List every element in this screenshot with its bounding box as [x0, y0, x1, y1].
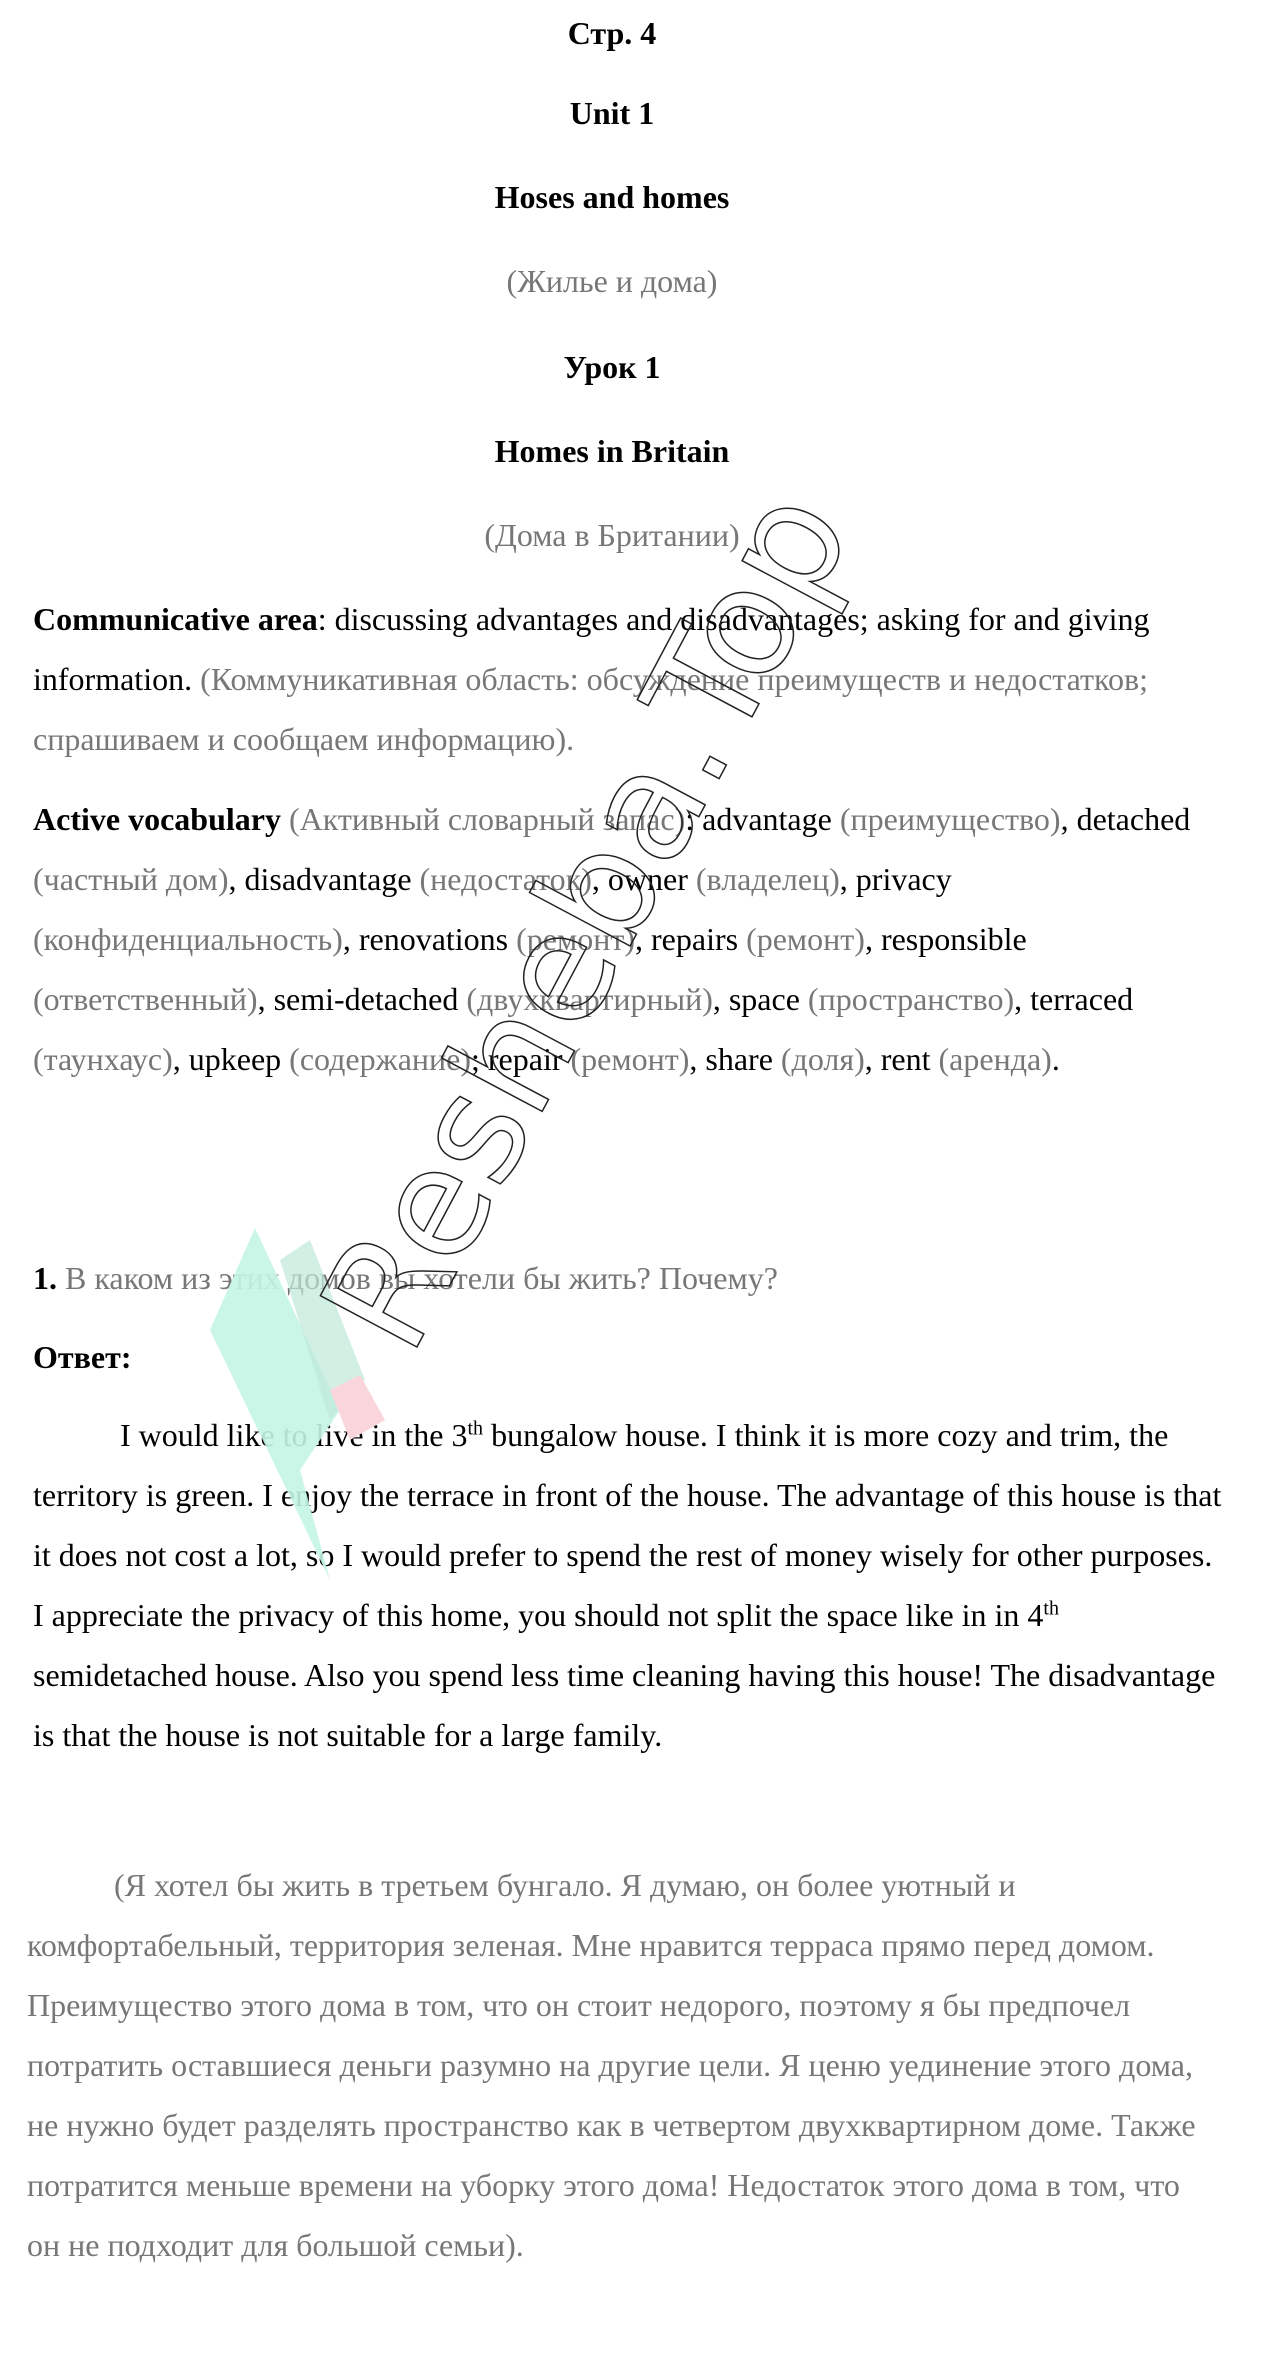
- vocabulary-segment: , detached: [1060, 801, 1191, 837]
- vocabulary-segment: , upkeep: [172, 1041, 290, 1077]
- active-vocabulary-paragraph: Active vocabulary (Активный словарный за…: [33, 789, 1228, 1089]
- vocabulary-segment: : advantage: [685, 801, 840, 837]
- answer-label: Ответ:: [33, 1339, 132, 1375]
- unit-label: Unit 1: [569, 95, 655, 131]
- vocabulary-segment: (ремонт): [516, 921, 635, 957]
- vocabulary-segment: (преимущество): [839, 801, 1061, 837]
- answer_en-segment: th: [467, 1417, 484, 1440]
- vocabulary-segment: , privacy: [839, 861, 952, 897]
- vocabulary-segment: ; repair: [471, 1041, 571, 1077]
- vocabulary-segment: , space: [712, 981, 808, 1017]
- vocabulary-segment: (ответственный): [33, 981, 258, 1017]
- vocabulary-segment: Active vocabulary: [33, 801, 281, 837]
- communicative-area-paragraph: Communicative area: discussing advantage…: [33, 589, 1228, 769]
- task-number: 1.: [33, 1260, 57, 1296]
- vocabulary-segment: (пространство): [807, 981, 1015, 1017]
- vocabulary-segment: , owner: [591, 861, 696, 897]
- vocabulary-segment: (частный дом): [33, 861, 229, 897]
- vocabulary-segment: , disadvantage: [228, 861, 420, 897]
- vocabulary-segment: (владелец): [695, 861, 840, 897]
- page-number: Стр. 4: [567, 15, 657, 51]
- vocabulary-segment: , renovations: [342, 921, 517, 957]
- task-question: В каком из этих домов вы хотели бы жить?…: [57, 1260, 778, 1296]
- communicative-segment: (Коммуникативная область: обсуждение пре…: [33, 661, 1148, 757]
- vocabulary-segment: (недостаток): [419, 861, 592, 897]
- vocabulary-segment: , semi-detached: [257, 981, 467, 1017]
- task-1: 1. В каком из этих домов вы хотели бы жи…: [33, 1248, 1228, 1308]
- vocabulary-segment: (ремонт): [570, 1041, 690, 1077]
- answer_en-segment: semidetached house. Also you spend less …: [33, 1657, 1216, 1753]
- vocabulary-segment: (таунхаус): [33, 1041, 173, 1077]
- lesson-title: Homes in Britain: [494, 433, 730, 469]
- vocabulary-segment: (Активный словарный запас): [280, 801, 686, 837]
- lesson-label: Урок 1: [563, 349, 661, 385]
- lesson-title-translation: (Дома в Британии): [484, 517, 740, 553]
- answer_en-segment: th: [1043, 1597, 1059, 1620]
- vocabulary-segment: (конфиденциальность): [33, 921, 343, 957]
- vocabulary-segment: , rent: [864, 1041, 939, 1077]
- vocabulary-segment: (содержание): [289, 1041, 471, 1077]
- vocabulary-segment: (доля): [780, 1041, 865, 1077]
- answer-russian: (Я хотел бы жить в третьем бунгало. Я ду…: [27, 1867, 1196, 2263]
- vocabulary-segment: , terraced: [1014, 981, 1134, 1017]
- answer-english: I would like to live in the 3th bungalow…: [33, 1405, 1228, 1765]
- vocabulary-segment: .: [1051, 1041, 1060, 1077]
- unit-title: Hoses and homes: [494, 179, 730, 215]
- unit-title-translation: (Жилье и дома): [506, 263, 718, 299]
- vocabulary-segment: (ремонт): [746, 921, 865, 957]
- answer_en-segment: I would like to live in the 3: [120, 1417, 468, 1453]
- vocabulary-segment: (двухквартирный): [466, 981, 713, 1017]
- vocabulary-segment: , responsible: [864, 921, 1027, 957]
- communicative-segment: Communicative area: [33, 601, 318, 637]
- vocabulary-segment: (аренда): [938, 1041, 1052, 1077]
- vocabulary-segment: , share: [689, 1041, 781, 1077]
- vocabulary-segment: , repairs: [635, 921, 747, 957]
